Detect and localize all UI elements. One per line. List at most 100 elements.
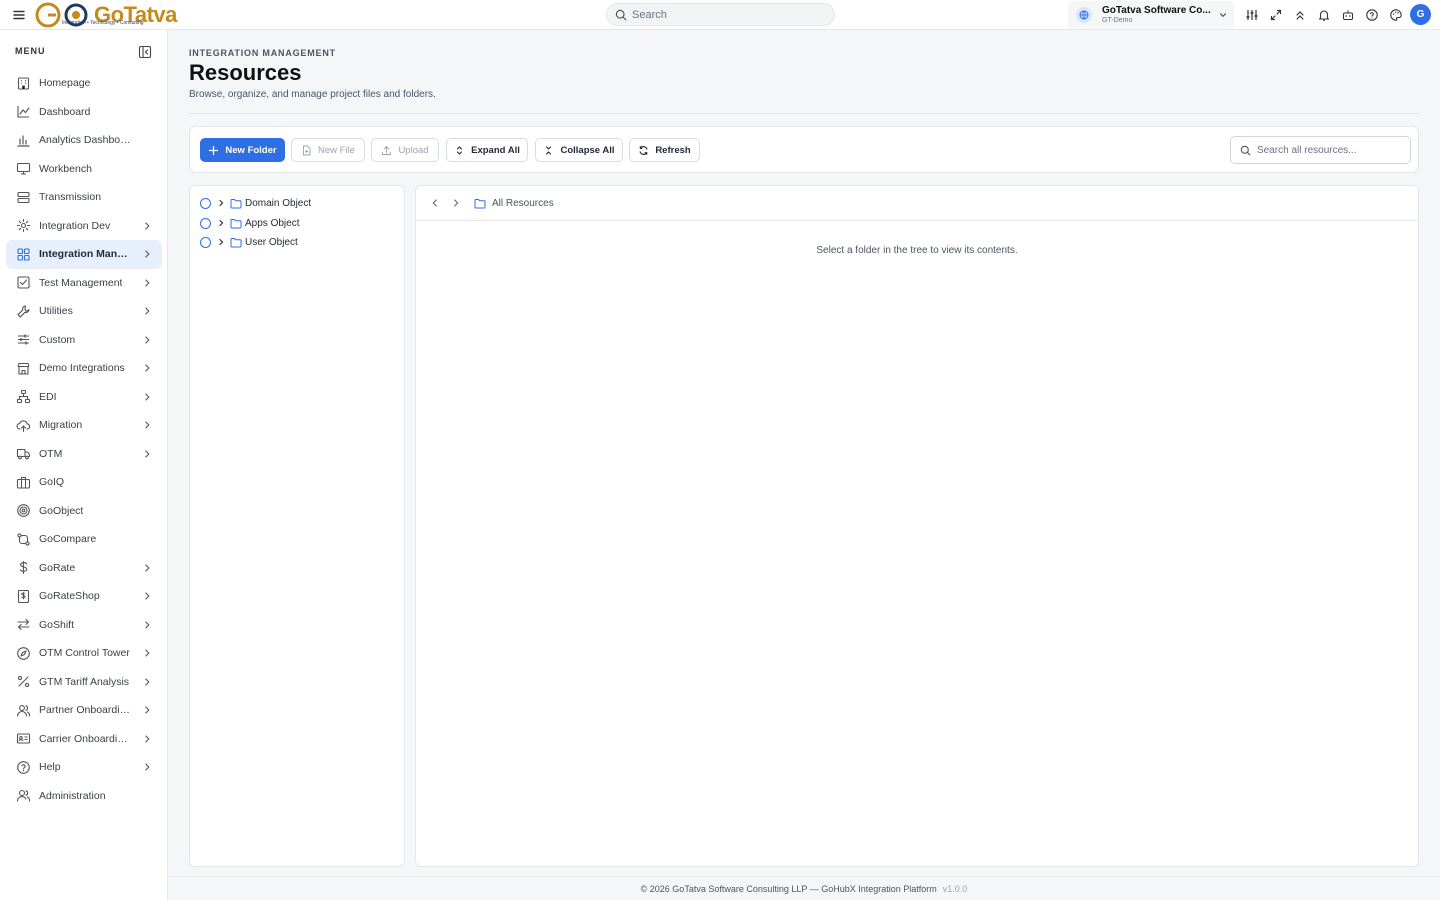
sidebar-item-integration-mana[interactable]: Integration Mana... (6, 240, 162, 269)
sidebar-item-label: EDI (39, 390, 57, 403)
sidebar-item-gocompare[interactable]: GoCompare (6, 525, 162, 554)
org-switcher[interactable]: GoTatva Software Co... GT-Demo (1068, 1, 1234, 29)
collapse-all-button[interactable]: Collapse All (535, 138, 623, 162)
global-search[interactable] (606, 3, 835, 26)
folder-icon (230, 237, 242, 247)
sidebar-item-label: GTM Tariff Analysis (39, 675, 130, 688)
grid-icon (17, 248, 30, 261)
percent-icon (17, 676, 30, 688)
page-subtitle: Browse, organize, and manage project fil… (189, 89, 436, 100)
help-icon[interactable] (1364, 7, 1380, 23)
menu-label: MENU (15, 46, 46, 56)
palette-icon[interactable] (1388, 7, 1404, 23)
sidebar-item-label: Custom (39, 333, 76, 346)
gear-icon (16, 219, 31, 233)
sidebar-item-label: Workbench (39, 162, 92, 175)
sidebar-item-gorateshop[interactable]: GoRateShop (6, 582, 162, 611)
search-icon (615, 9, 627, 20)
sidebar-item-label: GoRate (39, 561, 76, 574)
truck-icon (16, 449, 31, 460)
sidebar-item-integration-dev[interactable]: Integration Dev (6, 212, 162, 241)
tree-select-radio[interactable] (200, 197, 211, 209)
sidebar-item-partner-onboarding[interactable]: Partner Onboarding (6, 696, 162, 725)
sidebar-item-label: GoRateShop (39, 590, 100, 603)
expand-all-button[interactable]: Expand All (446, 138, 528, 162)
sidebar-item-dashboard[interactable]: Dashboard (6, 98, 162, 127)
sidebar-item-homepage[interactable]: Homepage (6, 69, 162, 98)
breadcrumb: All Resources (416, 186, 1418, 221)
help-circle-icon (17, 760, 30, 774)
sidebar-item-migration[interactable]: Migration (6, 411, 162, 440)
chevron-right-icon[interactable] (217, 219, 225, 227)
sidebar-item-label: GoCompare (39, 533, 97, 546)
sidebar-item-goiq[interactable]: GoIQ (6, 468, 162, 497)
wrench-icon (17, 305, 30, 318)
bell-icon[interactable] (1316, 7, 1332, 23)
new-folder-button[interactable]: New Folder (200, 138, 285, 162)
new-file-button[interactable]: New File (291, 138, 365, 162)
empty-state-message: Select a folder in the tree to view its … (816, 245, 1018, 256)
sidebar-item-label: OTM (39, 447, 63, 460)
upload-button[interactable]: Upload (371, 138, 439, 162)
tree-select-radio[interactable] (200, 236, 211, 248)
sidebar-item-goobject[interactable]: GoObject (6, 497, 162, 526)
expand-icon[interactable] (1268, 7, 1284, 23)
chevron-right-icon (145, 392, 150, 401)
sidebar-item-label: Utilities (39, 305, 73, 318)
breadcrumb-all-resources[interactable]: All Resources (492, 198, 554, 209)
chevron-right-icon (145, 620, 150, 629)
chevron-right-icon (145, 649, 150, 657)
back-arrow-icon[interactable] (430, 198, 440, 208)
sidebar-item-demo-integrations[interactable]: Demo Integrations (6, 354, 162, 383)
tree-item-user-object[interactable]: User Object (200, 234, 298, 250)
sidebar-item-label: Analytics Dashboard (39, 134, 131, 147)
forward-arrow-icon[interactable] (451, 198, 461, 208)
chevron-right-icon (145, 563, 150, 572)
tree-select-radio[interactable] (200, 217, 211, 229)
org-environment: GT-Demo (1102, 17, 1133, 24)
hamburger-menu-icon[interactable] (12, 8, 26, 22)
sidebar-item-analytics-dashboard[interactable]: Analytics Dashboard (6, 126, 162, 155)
sidebar-item-gtm-tariff-analysis[interactable]: GTM Tariff Analysis (6, 668, 162, 697)
sidebar-item-label: OTM Control Tower (39, 647, 130, 660)
sidebar-item-administration[interactable]: Administration (6, 782, 162, 811)
sidebar-item-otm-control-tower[interactable]: OTM Control Tower (6, 639, 162, 668)
sidebar-item-help[interactable]: Help (6, 753, 162, 782)
chevron-right-icon[interactable] (217, 199, 225, 207)
global-search-input[interactable] (632, 8, 822, 21)
collapse-sidebar-icon[interactable] (138, 45, 152, 59)
chevron-right-icon (145, 250, 150, 258)
chevrons-up-icon[interactable] (1292, 7, 1308, 23)
sidebar-item-carrier-onboardin[interactable]: Carrier Onboardin... (6, 725, 162, 754)
tree-item-domain-object[interactable]: Domain Object (200, 195, 311, 211)
network-icon (16, 390, 31, 404)
plus-icon (209, 145, 219, 155)
refresh-button[interactable]: Refresh (629, 138, 700, 162)
id-card-icon (16, 733, 31, 744)
sidebar-item-goshift[interactable]: GoShift (6, 611, 162, 640)
bot-icon[interactable] (1340, 7, 1356, 23)
sliders-icon[interactable] (1244, 7, 1260, 23)
sidebar-item-edi[interactable]: EDI (6, 383, 162, 412)
chevron-right-icon (145, 421, 150, 429)
resource-search-input[interactable] (1257, 144, 1407, 156)
sidebar-item-otm[interactable]: OTM (6, 440, 162, 469)
tree-item-apps-object[interactable]: Apps Object (200, 215, 299, 231)
resource-search[interactable] (1230, 136, 1411, 164)
avatar[interactable]: G (1410, 4, 1431, 25)
sidebar-item-transmission[interactable]: Transmission (6, 183, 162, 212)
chevrons-collapse-icon (546, 145, 552, 155)
sidebar-item-test-management[interactable]: Test Management (6, 269, 162, 298)
sidebar-item-utilities[interactable]: Utilities (6, 297, 162, 326)
chevron-right-icon[interactable] (217, 238, 225, 246)
sidebar-nav: Homepage Dashboard Analytics Dashboard Work… (6, 69, 162, 810)
sidebar-item-workbench[interactable]: Workbench (6, 155, 162, 184)
logo-tagline: Integration • Technology • Consulting (62, 20, 144, 26)
new-file-label: New File (318, 144, 355, 156)
git-compare-icon (17, 533, 30, 546)
sidebar-item-custom[interactable]: Custom (6, 326, 162, 355)
sidebar-item-gorate[interactable]: GoRate (6, 554, 162, 583)
sidebar-item-label: Migration (39, 419, 83, 432)
resource-content-panel: All Resources Select a folder in the tre… (415, 185, 1419, 867)
sidebar-item-label: GoIQ (39, 476, 65, 489)
